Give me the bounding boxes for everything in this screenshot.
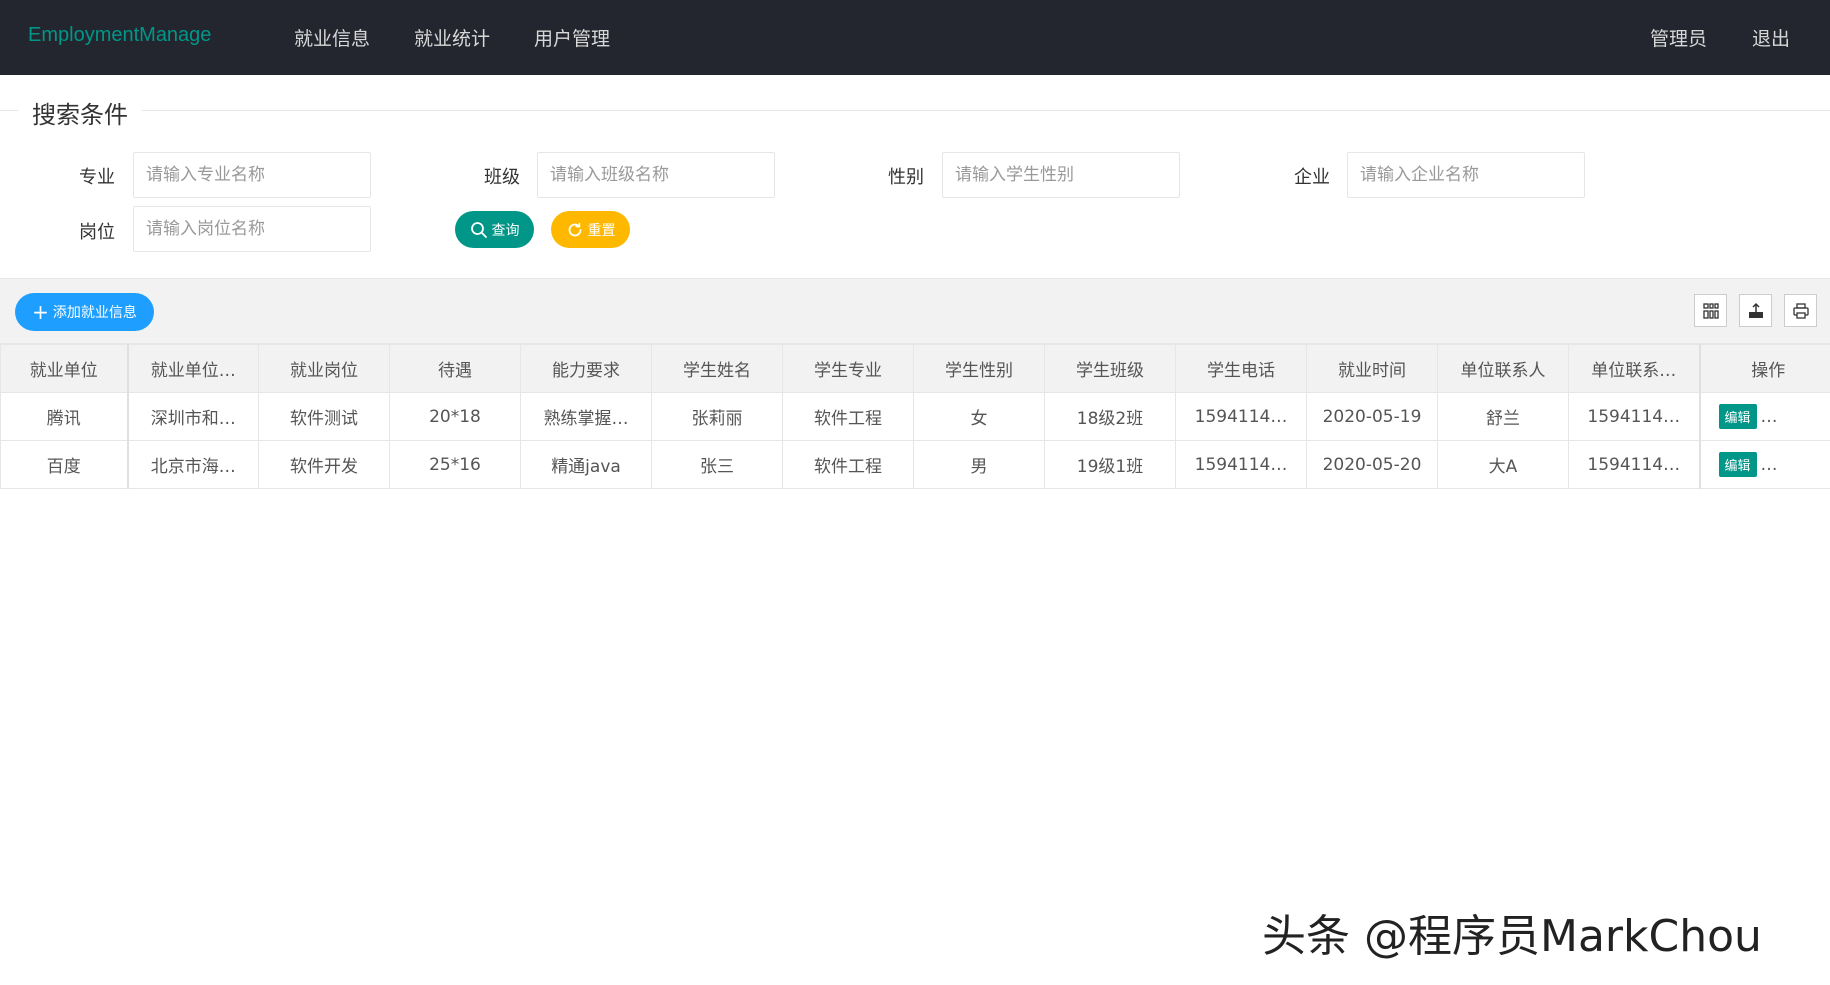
column-header[interactable]: 操作 [1698,344,1830,393]
table-row[interactable]: 百度 北京市海… 软件开发 25*16 精通java 张三 软件工程 男 19级… [0,440,1830,489]
nav-user-management[interactable]: 用户管理 [534,24,610,51]
table-cell: 软件工程 [782,440,914,489]
column-header[interactable]: 学生姓名 [651,344,783,393]
query-button[interactable]: 查询 [455,211,534,248]
more-actions[interactable]: … [1761,407,1778,427]
actions-cell: 编辑… [1698,440,1830,489]
table-cell: 软件测试 [258,392,390,441]
table-cell: 张莉丽 [651,392,783,441]
table-cell: 2020-05-19 [1306,392,1438,441]
gender-input[interactable] [942,152,1180,198]
refresh-icon [568,222,581,236]
reset-label: 重置 [587,222,616,239]
table-cell: 软件工程 [782,392,914,441]
edit-button[interactable]: 编辑 [1718,404,1757,429]
table-row[interactable]: 腾讯 深圳市和… 软件测试 20*18 熟练掌握… 张莉丽 软件工程 女 18级… [0,392,1830,441]
gender-label: 性别 [888,167,924,188]
table-cell: 大A [1437,440,1569,489]
column-header[interactable]: 就业单位… [127,344,259,393]
table-cell: 精通java [520,440,652,489]
table-cell: 深圳市和… [127,392,259,441]
table-cell: 男 [913,440,1045,489]
position-label: 岗位 [79,222,115,243]
major-label: 专业 [79,167,115,188]
columns-icon [1702,302,1719,319]
column-header[interactable]: 学生专业 [782,344,914,393]
employment-table: 就业单位 就业单位… 就业岗位 待遇 能力要求 学生姓名 学生专业 学生性别 学… [0,344,1830,489]
watermark-text: 头条 @程序员MarkChou [1262,911,1762,962]
plus-icon: + [32,300,49,324]
query-label: 查询 [491,222,520,239]
edit-button[interactable]: 编辑 [1718,452,1757,477]
table-cell: 19级1班 [1044,440,1176,489]
add-employment-button[interactable]: + 添加就业信息 [15,293,154,331]
column-header[interactable]: 学生电话 [1175,344,1307,393]
table-cell: 2020-05-20 [1306,440,1438,489]
column-header[interactable]: 待遇 [389,344,521,393]
table-header-row: 就业单位 就业单位… 就业岗位 待遇 能力要求 学生姓名 学生专业 学生性别 学… [0,344,1830,393]
column-header[interactable]: 学生班级 [1044,344,1176,393]
column-header[interactable]: 单位联系… [1568,344,1700,393]
table-cell: 腾讯 [0,392,129,441]
actions-cell: 编辑… [1698,392,1830,441]
column-header[interactable]: 能力要求 [520,344,652,393]
major-input[interactable] [133,152,371,198]
table-cell: 1594114… [1175,440,1307,489]
add-employment-label: 添加就业信息 [52,305,137,321]
reset-button[interactable]: 重置 [551,211,630,248]
table-cell: 熟练掌握… [520,392,652,441]
table-cell: 1594114… [1568,392,1700,441]
fieldset-border-left [0,110,18,111]
table-cell: 北京市海… [127,440,259,489]
column-header[interactable]: 学生性别 [913,344,1045,393]
user-menu[interactable]: 管理员 [1650,24,1707,51]
table-cell: 舒兰 [1437,392,1569,441]
search-icon [470,221,487,238]
export-icon [1748,302,1763,318]
table-cell: 1594114… [1568,440,1700,489]
search-legend: 搜索条件 [32,95,128,130]
column-header[interactable]: 就业岗位 [258,344,390,393]
nav-employment-info[interactable]: 就业信息 [294,24,370,51]
table-cell: 软件开发 [258,440,390,489]
company-input[interactable] [1347,152,1585,198]
column-header[interactable]: 单位联系人 [1437,344,1569,393]
table-cell: 18级2班 [1044,392,1176,441]
table-cell: 张三 [651,440,783,489]
class-label: 班级 [484,167,520,188]
table-toolbar: + 添加就业信息 [0,278,1830,344]
table-cell: 女 [913,392,1045,441]
more-actions[interactable]: … [1761,455,1778,475]
table-cell: 百度 [0,440,129,489]
class-input[interactable] [537,152,775,198]
printer-icon [1792,302,1809,319]
export-button[interactable] [1739,294,1772,327]
app-logo[interactable]: EmploymentManage [28,24,211,47]
table-cell: 25*16 [389,440,521,489]
top-header: EmploymentManage 就业信息 就业统计 用户管理 管理员 退出 [0,0,1830,75]
print-button[interactable] [1784,294,1817,327]
position-input[interactable] [133,206,371,252]
columns-filter-button[interactable] [1694,294,1727,327]
table-cell: 20*18 [389,392,521,441]
nav-employment-stats[interactable]: 就业统计 [414,24,490,51]
company-label: 企业 [1294,167,1330,188]
column-header[interactable]: 就业单位 [0,344,129,393]
column-header[interactable]: 就业时间 [1306,344,1438,393]
table-cell: 1594114… [1175,392,1307,441]
fieldset-border-right [142,110,1830,111]
logout-link[interactable]: 退出 [1752,24,1790,51]
